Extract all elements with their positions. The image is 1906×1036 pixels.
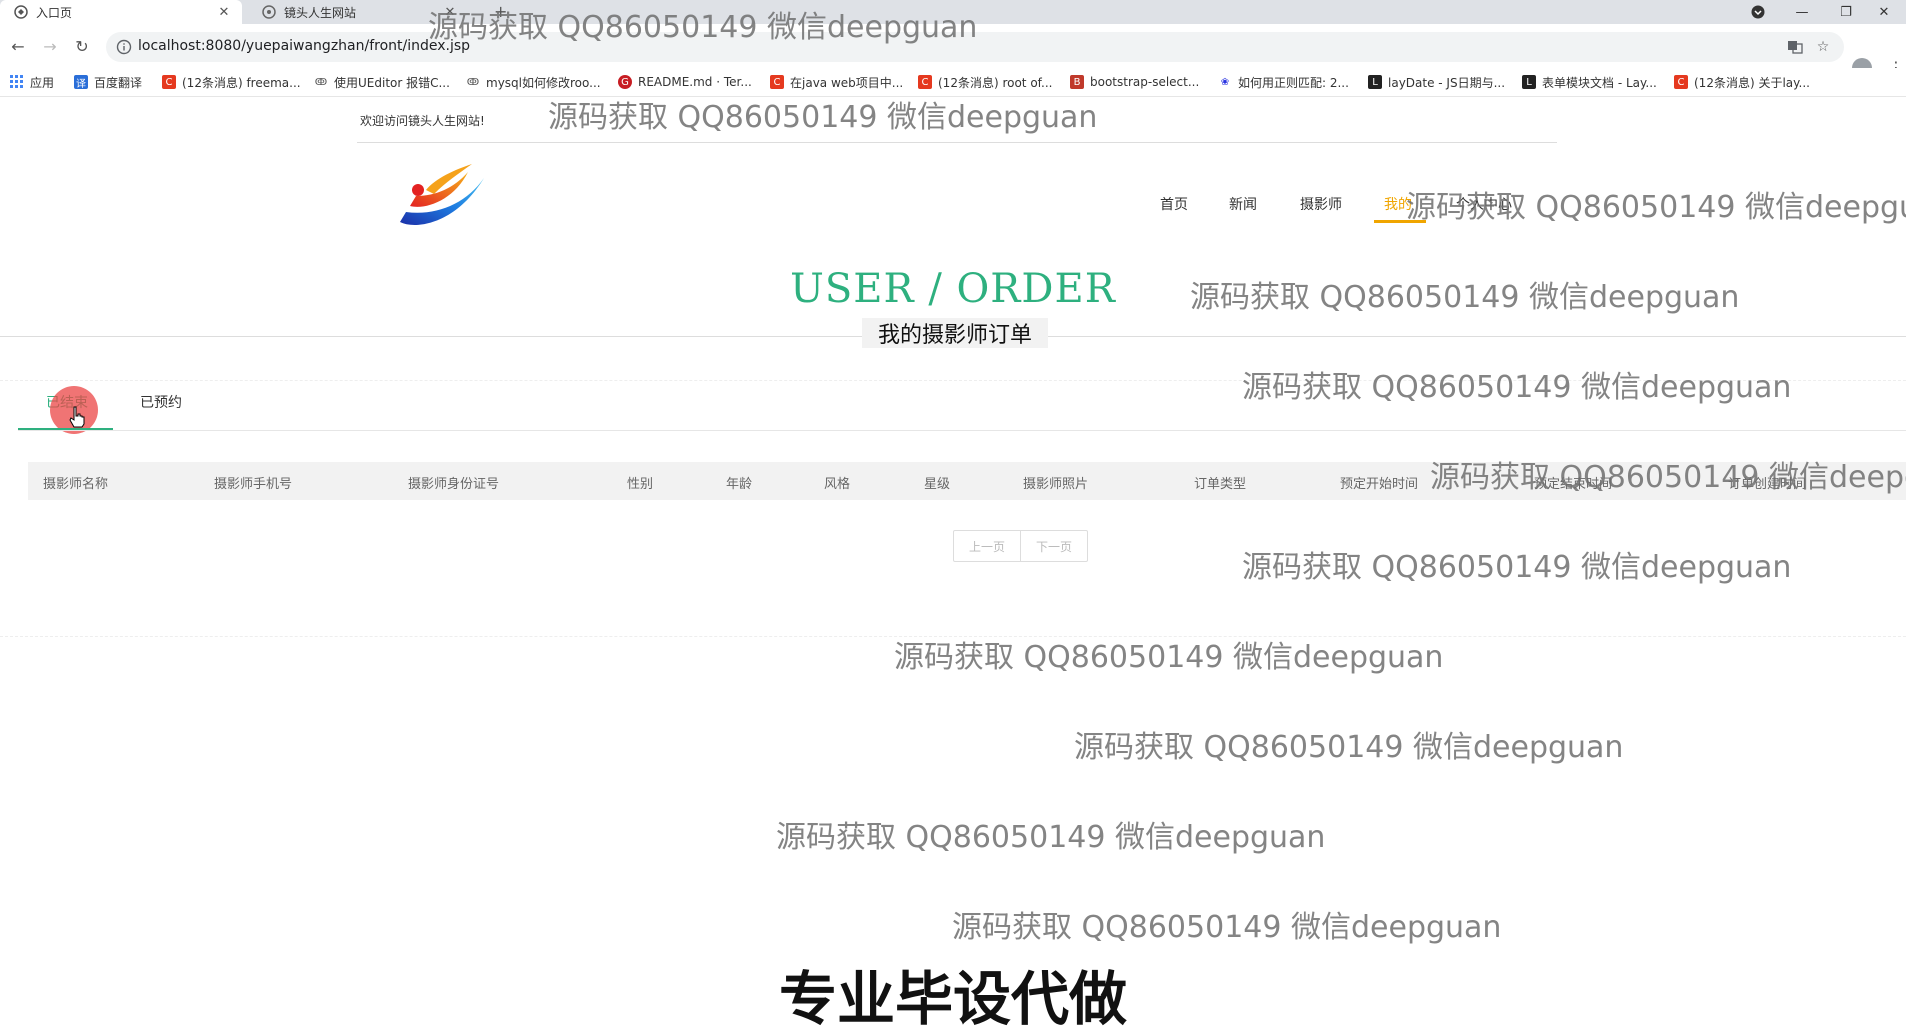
window-close-icon[interactable]: ✕ — [1862, 0, 1906, 24]
bookmark-item[interactable]: C 在java web项目中... — [770, 73, 903, 91]
col-header: 性别 — [627, 477, 654, 492]
bookmark-item[interactable]: C (12条消息) freema... — [162, 73, 301, 91]
bookmark-label: layDate - JS日期与... — [1388, 75, 1506, 90]
translate-icon[interactable] — [1786, 38, 1804, 56]
site-info-icon[interactable] — [116, 39, 132, 55]
bookmark-label: mysql如何修改roo... — [486, 75, 601, 90]
bookmark-item[interactable]: C (12条消息) 关于lay... — [1674, 73, 1810, 91]
bookmark-item[interactable]: G README.md · Ter... — [618, 73, 752, 91]
bookmark-item[interactable]: C (12条消息) root of... — [918, 73, 1052, 91]
csdn-icon: C — [1674, 75, 1688, 89]
tabs-divider — [18, 430, 1906, 431]
nav-news[interactable]: 新闻 — [1229, 194, 1257, 214]
bookmark-item[interactable]: ❀ 如何用正则匹配: 2... — [1218, 73, 1349, 91]
minimize-icon[interactable]: — — [1780, 0, 1824, 24]
col-header: 星级 — [924, 477, 951, 492]
watermark: 源码获取 QQ86050149 微信deepguan — [776, 820, 1326, 855]
next-page-button[interactable]: 下一页 — [1020, 531, 1087, 561]
col-header: 年龄 — [726, 477, 753, 492]
bookmark-item[interactable]: 译 百度翻译 — [74, 73, 142, 91]
phoenix-logo-icon[interactable] — [396, 160, 488, 232]
url-text[interactable]: localhost:8080/yuepaiwangzhan/front/inde… — [138, 38, 470, 54]
baidu-paw-icon: ❀ — [1220, 76, 1230, 88]
promo-banner: 专业毕设代做 — [778, 965, 1127, 1033]
bookmark-label: 如何用正则匹配: 2... — [1238, 75, 1349, 90]
page-favicon-icon — [14, 5, 28, 19]
gitee-icon: G — [618, 75, 632, 89]
bookmark-label: 应用 — [30, 75, 55, 90]
col-header: 摄影师手机号 — [214, 477, 293, 492]
watermark: 源码获取 QQ86050149 微信deepguan — [1242, 550, 1792, 585]
page-favicon-icon — [262, 5, 276, 19]
header-divider — [357, 142, 1557, 143]
baidu-translate-icon: 译 — [74, 75, 88, 90]
watermark: 源码获取 QQ86050149 微信deepguan — [894, 640, 1444, 675]
bookmark-label: (12条消息) freema... — [182, 75, 301, 90]
pagination: 上一页 下一页 — [953, 530, 1088, 562]
nav-photographers[interactable]: 摄影师 — [1300, 194, 1342, 214]
section-subtitle: 我的摄影师订单 — [862, 318, 1048, 348]
reload-icon[interactable]: ↻ — [72, 36, 92, 56]
col-header: 摄影师身份证号 — [408, 477, 500, 492]
csdn-icon: C — [162, 75, 176, 89]
layui-icon: L — [1368, 75, 1382, 89]
bookmark-label: (12条消息) root of... — [938, 75, 1053, 90]
nav-home[interactable]: 首页 — [1160, 194, 1188, 214]
col-header: 摄影师名称 — [43, 477, 109, 492]
bookmark-label: 表单模块文档 - Lay... — [1542, 75, 1657, 90]
watermark: 源码获取 QQ86050149 微信deepguan — [1430, 460, 1906, 495]
bookmark-label: bootstrap-select... — [1090, 75, 1200, 89]
csdn-icon: C — [770, 75, 784, 89]
layui-icon: L — [1522, 75, 1536, 89]
welcome-text: 欢迎访问镜头人生网站! — [360, 114, 485, 128]
bookmark-item[interactable]: B bootstrap-select... — [1070, 73, 1199, 91]
bookmark-label: (12条消息) 关于lay... — [1694, 75, 1810, 90]
bookmark-label: 使用UEditor 报错C... — [334, 75, 450, 90]
bookmark-label: 在java web项目中... — [790, 75, 904, 90]
bootstrap-icon: B — [1070, 75, 1084, 89]
watermark: 源码获取 QQ86050149 微信deepguan — [952, 910, 1502, 945]
col-header: 风格 — [824, 477, 851, 492]
col-header: 预定开始时间 — [1340, 477, 1419, 492]
tab-reserved[interactable]: 已预约 — [140, 392, 182, 412]
bookmark-item[interactable]: L 表单模块文档 - Lay... — [1522, 73, 1657, 91]
cnblogs-icon: ↂ — [466, 76, 480, 88]
bookmark-item[interactable]: ↂ 使用UEditor 报错C... — [314, 73, 450, 91]
tab-search-icon[interactable] — [1736, 0, 1780, 24]
apps-grid-icon — [10, 75, 24, 89]
col-header: 摄影师照片 — [1023, 477, 1089, 492]
tab-close-icon[interactable]: ✕ — [216, 4, 232, 20]
bookmark-item[interactable]: ↂ mysql如何修改roo... — [466, 73, 601, 91]
watermark: 源码获取 QQ86050149 微信deepguan — [1242, 370, 1792, 405]
watermark: 源码获取 QQ86050149 微信deepguan — [1190, 280, 1740, 315]
bookmark-label: 百度翻译 — [94, 75, 143, 90]
watermark: 源码获取 QQ86050149 微信deepguan — [1406, 190, 1906, 225]
back-arrow-icon[interactable]: ← — [8, 36, 28, 56]
col-header: 订单类型 — [1194, 477, 1247, 492]
browser-tab-active[interactable]: 入口页 ✕ — [0, 0, 242, 24]
bookmark-item[interactable]: 应用 — [10, 73, 54, 91]
tab-title: 镜头人生网站 — [284, 5, 357, 20]
bookmark-label: README.md · Ter... — [638, 75, 752, 89]
bookmark-item[interactable]: L layDate - JS日期与... — [1368, 73, 1505, 91]
watermark: 源码获取 QQ86050149 微信deepguan — [428, 10, 978, 45]
forward-arrow-icon[interactable]: → — [40, 36, 60, 56]
tab-title: 入口页 — [36, 5, 73, 20]
bookmark-star-icon[interactable]: ☆ — [1814, 38, 1832, 56]
hand-cursor-icon — [68, 406, 86, 428]
watermark: 源码获取 QQ86050149 微信deepguan — [548, 100, 1098, 135]
prev-page-button[interactable]: 上一页 — [954, 531, 1020, 561]
watermark: 源码获取 QQ86050149 微信deepguan — [1074, 730, 1624, 765]
cnblogs-icon: ↂ — [314, 76, 328, 88]
csdn-icon: C — [918, 75, 932, 89]
